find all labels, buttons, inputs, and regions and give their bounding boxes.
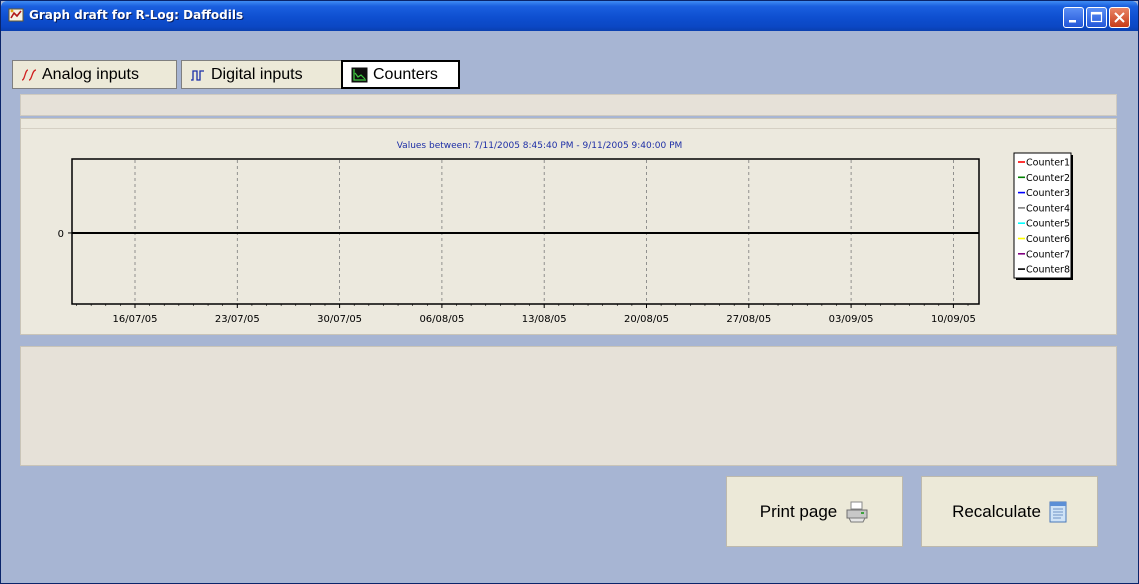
x-tick-label: 20/08/05 xyxy=(624,314,669,325)
tab-counters[interactable]: Counters xyxy=(341,60,460,89)
plot-frame xyxy=(71,158,980,305)
y-tick-label: 0 xyxy=(58,229,64,240)
tab-label: Analog inputs xyxy=(42,65,139,83)
details-panel xyxy=(20,346,1117,466)
counter-graph-icon xyxy=(351,67,368,82)
legend-label: Counter8 xyxy=(1026,265,1070,276)
printer-icon xyxy=(846,501,868,522)
recalculate-button[interactable]: Recalculate xyxy=(921,476,1098,547)
app-icon xyxy=(8,8,24,22)
x-tick-label: 10/09/05 xyxy=(931,314,976,325)
tab-label: Digital inputs xyxy=(211,65,303,83)
minimize-icon xyxy=(1069,20,1076,23)
analog-wave-icon xyxy=(21,68,37,81)
legend-label: Counter7 xyxy=(1026,249,1070,260)
minimize-button[interactable] xyxy=(1063,7,1084,28)
close-button[interactable] xyxy=(1109,7,1130,28)
tab-digital-inputs[interactable]: Digital inputs xyxy=(181,60,346,89)
x-tick-label: 16/07/05 xyxy=(113,314,158,325)
window-title: Graph draft for R-Log: Daffodils xyxy=(29,8,244,22)
recalculate-label: Recalculate xyxy=(952,501,1041,521)
toolbar-strip xyxy=(20,94,1117,116)
counters-chart: 16/07/05 23/07/05 30/07/05 06/08/05 13/08/05… xyxy=(58,152,1073,325)
x-tick-label: 23/07/05 xyxy=(215,314,260,325)
x-tick-label: 06/08/05 xyxy=(419,314,464,325)
chart-panel: Values between: 7/11/2005 8:45:40 PM - 9… xyxy=(20,118,1117,335)
notepad-icon xyxy=(1049,501,1067,522)
legend-label: Counter4 xyxy=(1026,203,1070,214)
legend-label: Counter1 xyxy=(1026,158,1070,169)
digital-wave-icon xyxy=(191,69,204,81)
close-icon xyxy=(1114,12,1125,23)
x-tick-label: 13/08/05 xyxy=(522,314,567,325)
x-tick-label: 03/09/05 xyxy=(829,314,874,325)
maximize-button[interactable] xyxy=(1086,7,1107,28)
maximize-icon xyxy=(1090,11,1103,23)
print-page-button[interactable]: Print page xyxy=(726,476,903,547)
legend-label: Counter2 xyxy=(1026,173,1070,184)
title-bar[interactable]: Graph draft for R-Log: Daffodils xyxy=(1,1,1138,31)
x-tick-label: 27/08/05 xyxy=(726,314,771,325)
tab-label: Counters xyxy=(373,65,438,83)
legend-label: Counter5 xyxy=(1026,219,1070,230)
tab-analog-inputs[interactable]: Analog inputs xyxy=(12,60,177,89)
legend-label: Counter6 xyxy=(1026,234,1070,245)
legend-label: Counter3 xyxy=(1026,188,1070,199)
graph-draft-window: Graph draft for R-Log: Daffodils Analog … xyxy=(0,0,1139,584)
print-page-label: Print page xyxy=(759,501,838,521)
x-tick-label: 30/07/05 xyxy=(317,314,362,325)
